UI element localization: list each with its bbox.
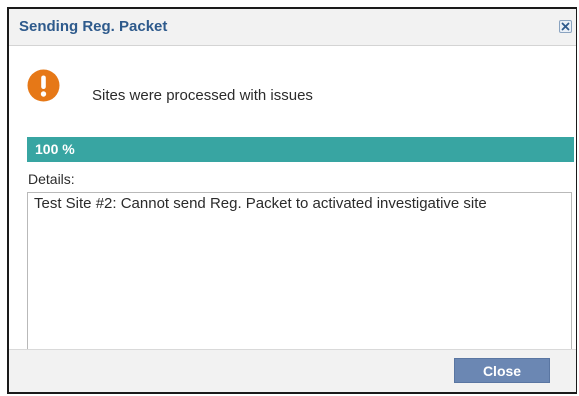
sending-reg-packet-dialog: Sending Reg. Packet Sites were processed… <box>7 7 577 394</box>
dialog-title: Sending Reg. Packet <box>19 18 168 35</box>
exclamation-warning-icon <box>27 69 60 102</box>
dialog-titlebar: Sending Reg. Packet <box>9 9 576 46</box>
page: Sending Reg. Packet Sites were processed… <box>0 0 579 396</box>
close-button[interactable]: Close <box>454 358 550 383</box>
details-textarea[interactable]: Test Site #2: Cannot send Reg. Packet to… <box>27 192 572 350</box>
progress-fill <box>27 137 574 162</box>
progress-label: 100 % <box>35 141 75 157</box>
progress-bar: 100 % <box>27 137 574 162</box>
close-x-icon[interactable] <box>559 20 572 33</box>
details-label: Details: <box>28 171 75 187</box>
dialog-footer: Close <box>9 349 576 392</box>
status-message: Sites were processed with issues <box>92 87 313 104</box>
